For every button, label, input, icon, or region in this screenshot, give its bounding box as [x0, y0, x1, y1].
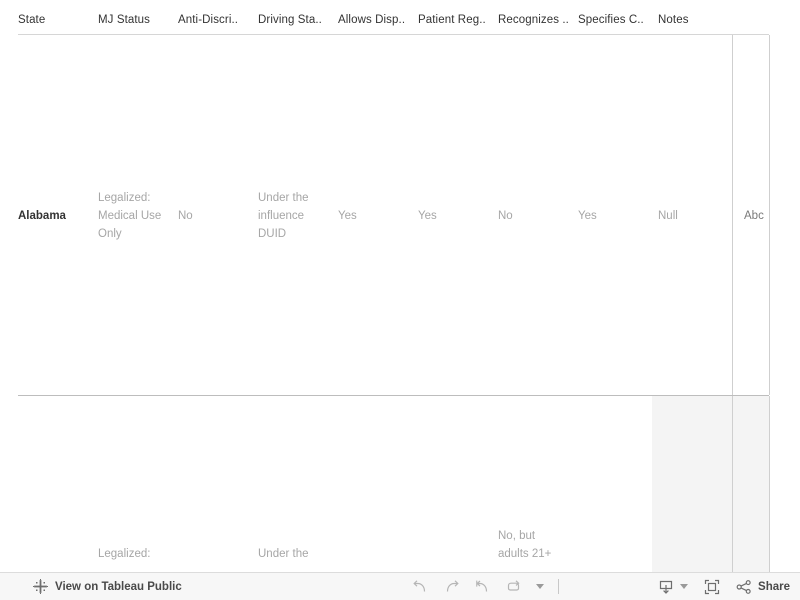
- column-header-allows-dispensaries[interactable]: Allows Disp..: [338, 14, 405, 26]
- tableau-logo-icon: [33, 579, 48, 594]
- refresh-icon[interactable]: [505, 579, 522, 594]
- header-divider: [18, 34, 769, 35]
- cell-mj-status: Legalized:: [98, 548, 151, 560]
- column-separator-1: [732, 35, 733, 395]
- cell-mj-status: Legalized: Medical Use Only: [98, 192, 162, 240]
- bottom-toolbar: View on Tableau Public Share: [0, 572, 800, 600]
- cell-recognizes-other: No, but adults 21+: [498, 530, 552, 560]
- column-separator-2: [769, 35, 770, 395]
- download-icon[interactable]: [658, 579, 674, 595]
- cell-specifies-conditions: Yes: [578, 210, 597, 222]
- cell-anti-discrimination: No: [178, 210, 193, 222]
- fullscreen-icon[interactable]: [704, 579, 720, 595]
- cell-state: Alabama: [18, 210, 66, 222]
- share-icon: [736, 579, 752, 595]
- toolbar-divider: [558, 579, 559, 594]
- column-header-specifies-conditions[interactable]: Specifies C..: [578, 14, 644, 26]
- view-on-tableau-public-label: View on Tableau Public: [55, 580, 182, 593]
- row-highlight-extra: [733, 396, 769, 572]
- cell-driving-status: Under the influence DUID: [258, 192, 309, 240]
- column-header-recognizes-other[interactable]: Recognizes ..: [498, 14, 569, 26]
- redo-icon[interactable]: [443, 579, 460, 594]
- column-header-mj-status[interactable]: MJ Status: [98, 14, 150, 26]
- toolbar-right-controls: Share: [658, 573, 790, 600]
- share-button[interactable]: Share: [736, 579, 790, 595]
- refresh-dropdown-caret-icon[interactable]: [536, 584, 544, 589]
- column-header-patient-registry[interactable]: Patient Reg..: [418, 14, 486, 26]
- undo-icon[interactable]: [412, 579, 429, 594]
- cell-allows-dispensaries: Yes: [338, 210, 357, 222]
- cell-extra: Abc: [744, 210, 764, 222]
- cell-driving-status: Under the: [258, 548, 309, 560]
- cell-recognizes-other: No: [498, 210, 513, 222]
- view-on-tableau-public-button[interactable]: View on Tableau Public: [33, 573, 182, 600]
- tableau-viz-container: State MJ Status Anti-Discri.. Driving St…: [0, 0, 800, 600]
- column-separator-4: [769, 396, 770, 572]
- column-header-anti-discrimination[interactable]: Anti-Discri..: [178, 14, 238, 26]
- download-dropdown-caret-icon[interactable]: [680, 584, 689, 589]
- table-header-row: State MJ Status Anti-Discri.. Driving St…: [0, 14, 800, 34]
- cell-notes: Null: [658, 210, 678, 222]
- revert-icon[interactable]: [474, 579, 491, 594]
- column-header-state[interactable]: State: [18, 14, 45, 26]
- column-header-driving-status[interactable]: Driving Sta..: [258, 14, 322, 26]
- share-label: Share: [758, 580, 790, 593]
- cell-patient-registry: Yes: [418, 210, 437, 222]
- column-header-notes[interactable]: Notes: [658, 14, 689, 26]
- toolbar-center-controls: [412, 573, 559, 600]
- data-table: State MJ Status Anti-Discri.. Driving St…: [0, 0, 800, 572]
- row-highlight-notes: [652, 396, 732, 572]
